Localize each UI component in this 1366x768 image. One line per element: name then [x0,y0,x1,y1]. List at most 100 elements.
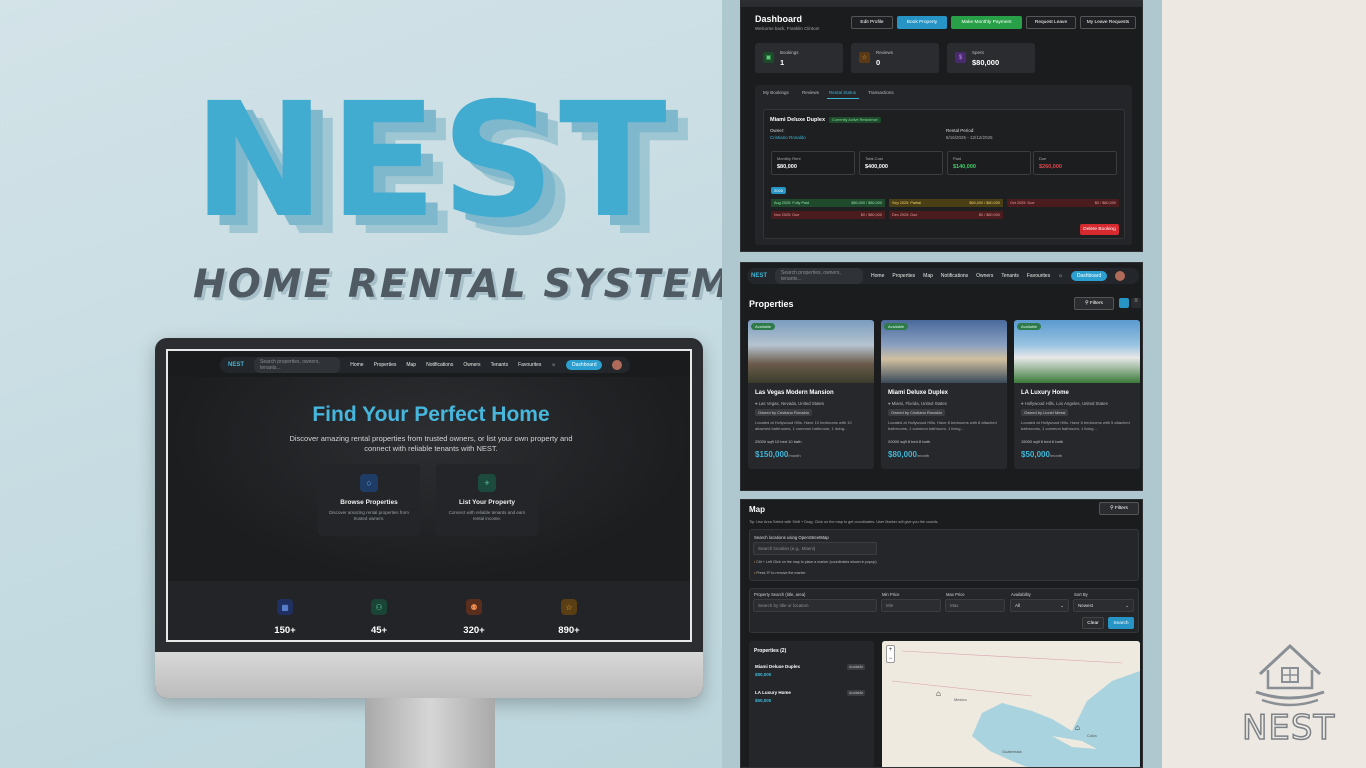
dollar-icon: $ [955,52,966,63]
payment-row: Aug 2025: Fully Paid $80,000 / $80,000 [771,199,885,207]
list-item-name: LA Luxury Home [755,690,791,695]
tab-rental-status[interactable]: Rental Status [829,90,856,95]
property-desc: Located at Hollywood Hills. Have 10 bedr… [755,420,852,431]
nav-item-favourites[interactable]: Favourites [1027,273,1050,279]
nav-search-input[interactable]: Search properties, owners, tenants... [775,268,864,284]
hint-ctrl-click: • Ctrl + Left Click on the map to place … [754,560,877,564]
availability-badge: Available [884,323,909,330]
location-text: Hollywood Hills, Los Angeles, United Sta… [1024,401,1108,406]
price-unit: /month [788,453,801,458]
nav-brand[interactable]: NEST [751,273,767,279]
make-payment-button[interactable]: Make Monthly Payment [951,16,1022,29]
map-view[interactable]: + − ⌂ ⌂ Mexico Cuba Guatemala [882,641,1140,767]
nav-item-properties[interactable]: Properties [892,273,915,279]
list-property-card[interactable]: + List Your Property Connect with reliab… [436,464,538,536]
properties-panel: NEST Search properties, owners, tenants.… [740,262,1143,491]
button-label: Search [1113,620,1129,626]
hero-tagline: HOME RENTAL SYSTEM [193,262,732,307]
location-text: Miami, Florida, United States [891,401,947,406]
payment-amount: $0 / $80,000 [978,213,1000,217]
property-desc: Located at Hollywood Hills. Have 8 bedro… [888,420,997,431]
property-card[interactable]: Available LA Luxury Home ⌖ Hollywood Hil… [1014,320,1140,469]
tab-my-bookings[interactable]: My Bookings [763,90,789,95]
monitor-chin [155,652,703,698]
property-search-input[interactable]: Search by title or location [753,599,877,612]
nav-item-home[interactable]: Home [350,362,363,368]
property-card[interactable]: Available Las Vegas Modern Mansion ⌖ Las… [748,320,874,469]
theme-toggle-icon[interactable]: ☼ [1058,273,1063,279]
nav-item-tenants[interactable]: Tenants [491,362,509,368]
payment-amount: $0 / $80,000 [860,213,882,217]
list-view-icon[interactable]: ≡ [1131,298,1141,308]
welcome-text: Welcome back, Franklin Clinton! [755,26,820,31]
star-icon: ☆ [561,599,577,615]
stat-bookings: ▣ Bookings 1 [755,43,843,73]
price-value: $50,000 [1021,450,1050,459]
zoom-controls[interactable]: + − [886,645,895,663]
nav-item-notifications[interactable]: Notifications [941,273,968,279]
period-label: Rental Period: [946,128,975,133]
nav-item-notifications[interactable]: Notifications [426,362,453,368]
property-desc: Located at Hollywood Hills. Have 6 bedro… [1021,420,1130,431]
house-marker-icon[interactable]: ⌂ [1075,723,1080,732]
house-marker-icon[interactable]: ⌂ [936,689,941,698]
delete-booking-button[interactable]: Delete Booking [1080,224,1119,235]
min-price-input[interactable]: Min [881,599,941,612]
dashboard-button[interactable]: Dashboard [566,360,603,370]
tab-transactions[interactable]: Transactions [868,90,894,95]
clear-button[interactable]: Clear [1082,617,1104,629]
request-leave-button[interactable]: Request Leave [1026,16,1076,29]
location-search-input[interactable]: Search location (e.g., Miami) [753,542,877,555]
list-item[interactable]: LA Luxury Home $50,000 Available [753,689,870,709]
field-label: Sort By [1074,592,1088,597]
list-item[interactable]: Miami Deluxe Duplex $80,000 Available [753,663,870,683]
dashboard-button[interactable]: Dashboard [1070,271,1108,281]
metric-value: $260,000 [1039,164,1062,170]
property-name: LA Luxury Home [1021,390,1069,396]
my-leave-requests-button[interactable]: My Leave Requests [1080,16,1136,29]
nav-item-favourites[interactable]: Favourites [518,362,541,368]
stat-value: 890+ [558,625,580,636]
search-button[interactable]: Search [1108,617,1134,629]
nav-item-map[interactable]: Map [406,362,416,368]
nav-search-input[interactable]: Search properties, owners, tenants... [254,357,341,373]
avatar[interactable] [1115,271,1126,281]
nav-item-map[interactable]: Map [923,273,933,279]
availability-select[interactable]: All ⌄ [1010,599,1069,612]
payment-month: Dec 2025: Due [892,213,918,217]
metric-label: Monthly Rent [777,156,801,161]
metric-total-cost: Total Cost $400,000 [859,151,943,175]
filters-button[interactable]: ⚲ Filters [1099,502,1139,515]
browse-properties-card[interactable]: ○ Browse Properties Discover amazing ren… [318,464,420,536]
price-unit: /month [1049,453,1063,458]
nav-item-properties[interactable]: Properties [374,362,397,368]
filters-button[interactable]: ⚲ Filters [1074,297,1114,310]
nav-item-owners[interactable]: Owners [976,273,993,279]
button-label: Delete Booking [1083,227,1116,232]
max-price-input[interactable]: Max [945,599,1005,612]
monitor-stand [365,698,495,768]
nav-brand[interactable]: NEST [228,362,244,368]
avatar[interactable] [612,360,622,370]
section-label: Search locations using OpenStreetMap [754,535,829,540]
property-price: $50,000/month [1021,450,1062,459]
map-tip: Tip: Use Area Select with Shift + Drag. … [749,520,939,524]
nav-item-home[interactable]: Home [871,273,884,279]
book-property-button[interactable]: Book Property [897,16,947,29]
stat-value: 150+ [274,625,296,636]
owner-tag: Owned by Lionel Messi [1021,409,1069,416]
button-label: My Leave Requests [1086,20,1130,25]
tab-reviews[interactable]: Reviews [802,90,819,95]
theme-toggle-icon[interactable]: ☼ [551,362,556,368]
nav-item-owners[interactable]: Owners [463,362,480,368]
edit-profile-button[interactable]: Edit Profile [851,16,893,29]
property-name: Miami Deluxe Duplex [888,390,949,396]
property-card[interactable]: Available Miami Deluxe Duplex ⌖ Miami, F… [881,320,1007,469]
grid-view-icon[interactable] [1119,298,1129,308]
sort-select[interactable]: Newest ⌄ [1073,599,1134,612]
nav-item-tenants[interactable]: Tenants [1001,273,1019,279]
owner-link[interactable]: Cristiano Ronaldo [770,135,806,140]
location-text: Las Vegas, Nevada, United States [758,401,825,406]
metric-label: Total Cost [865,156,883,161]
plus-icon: + [478,474,496,492]
